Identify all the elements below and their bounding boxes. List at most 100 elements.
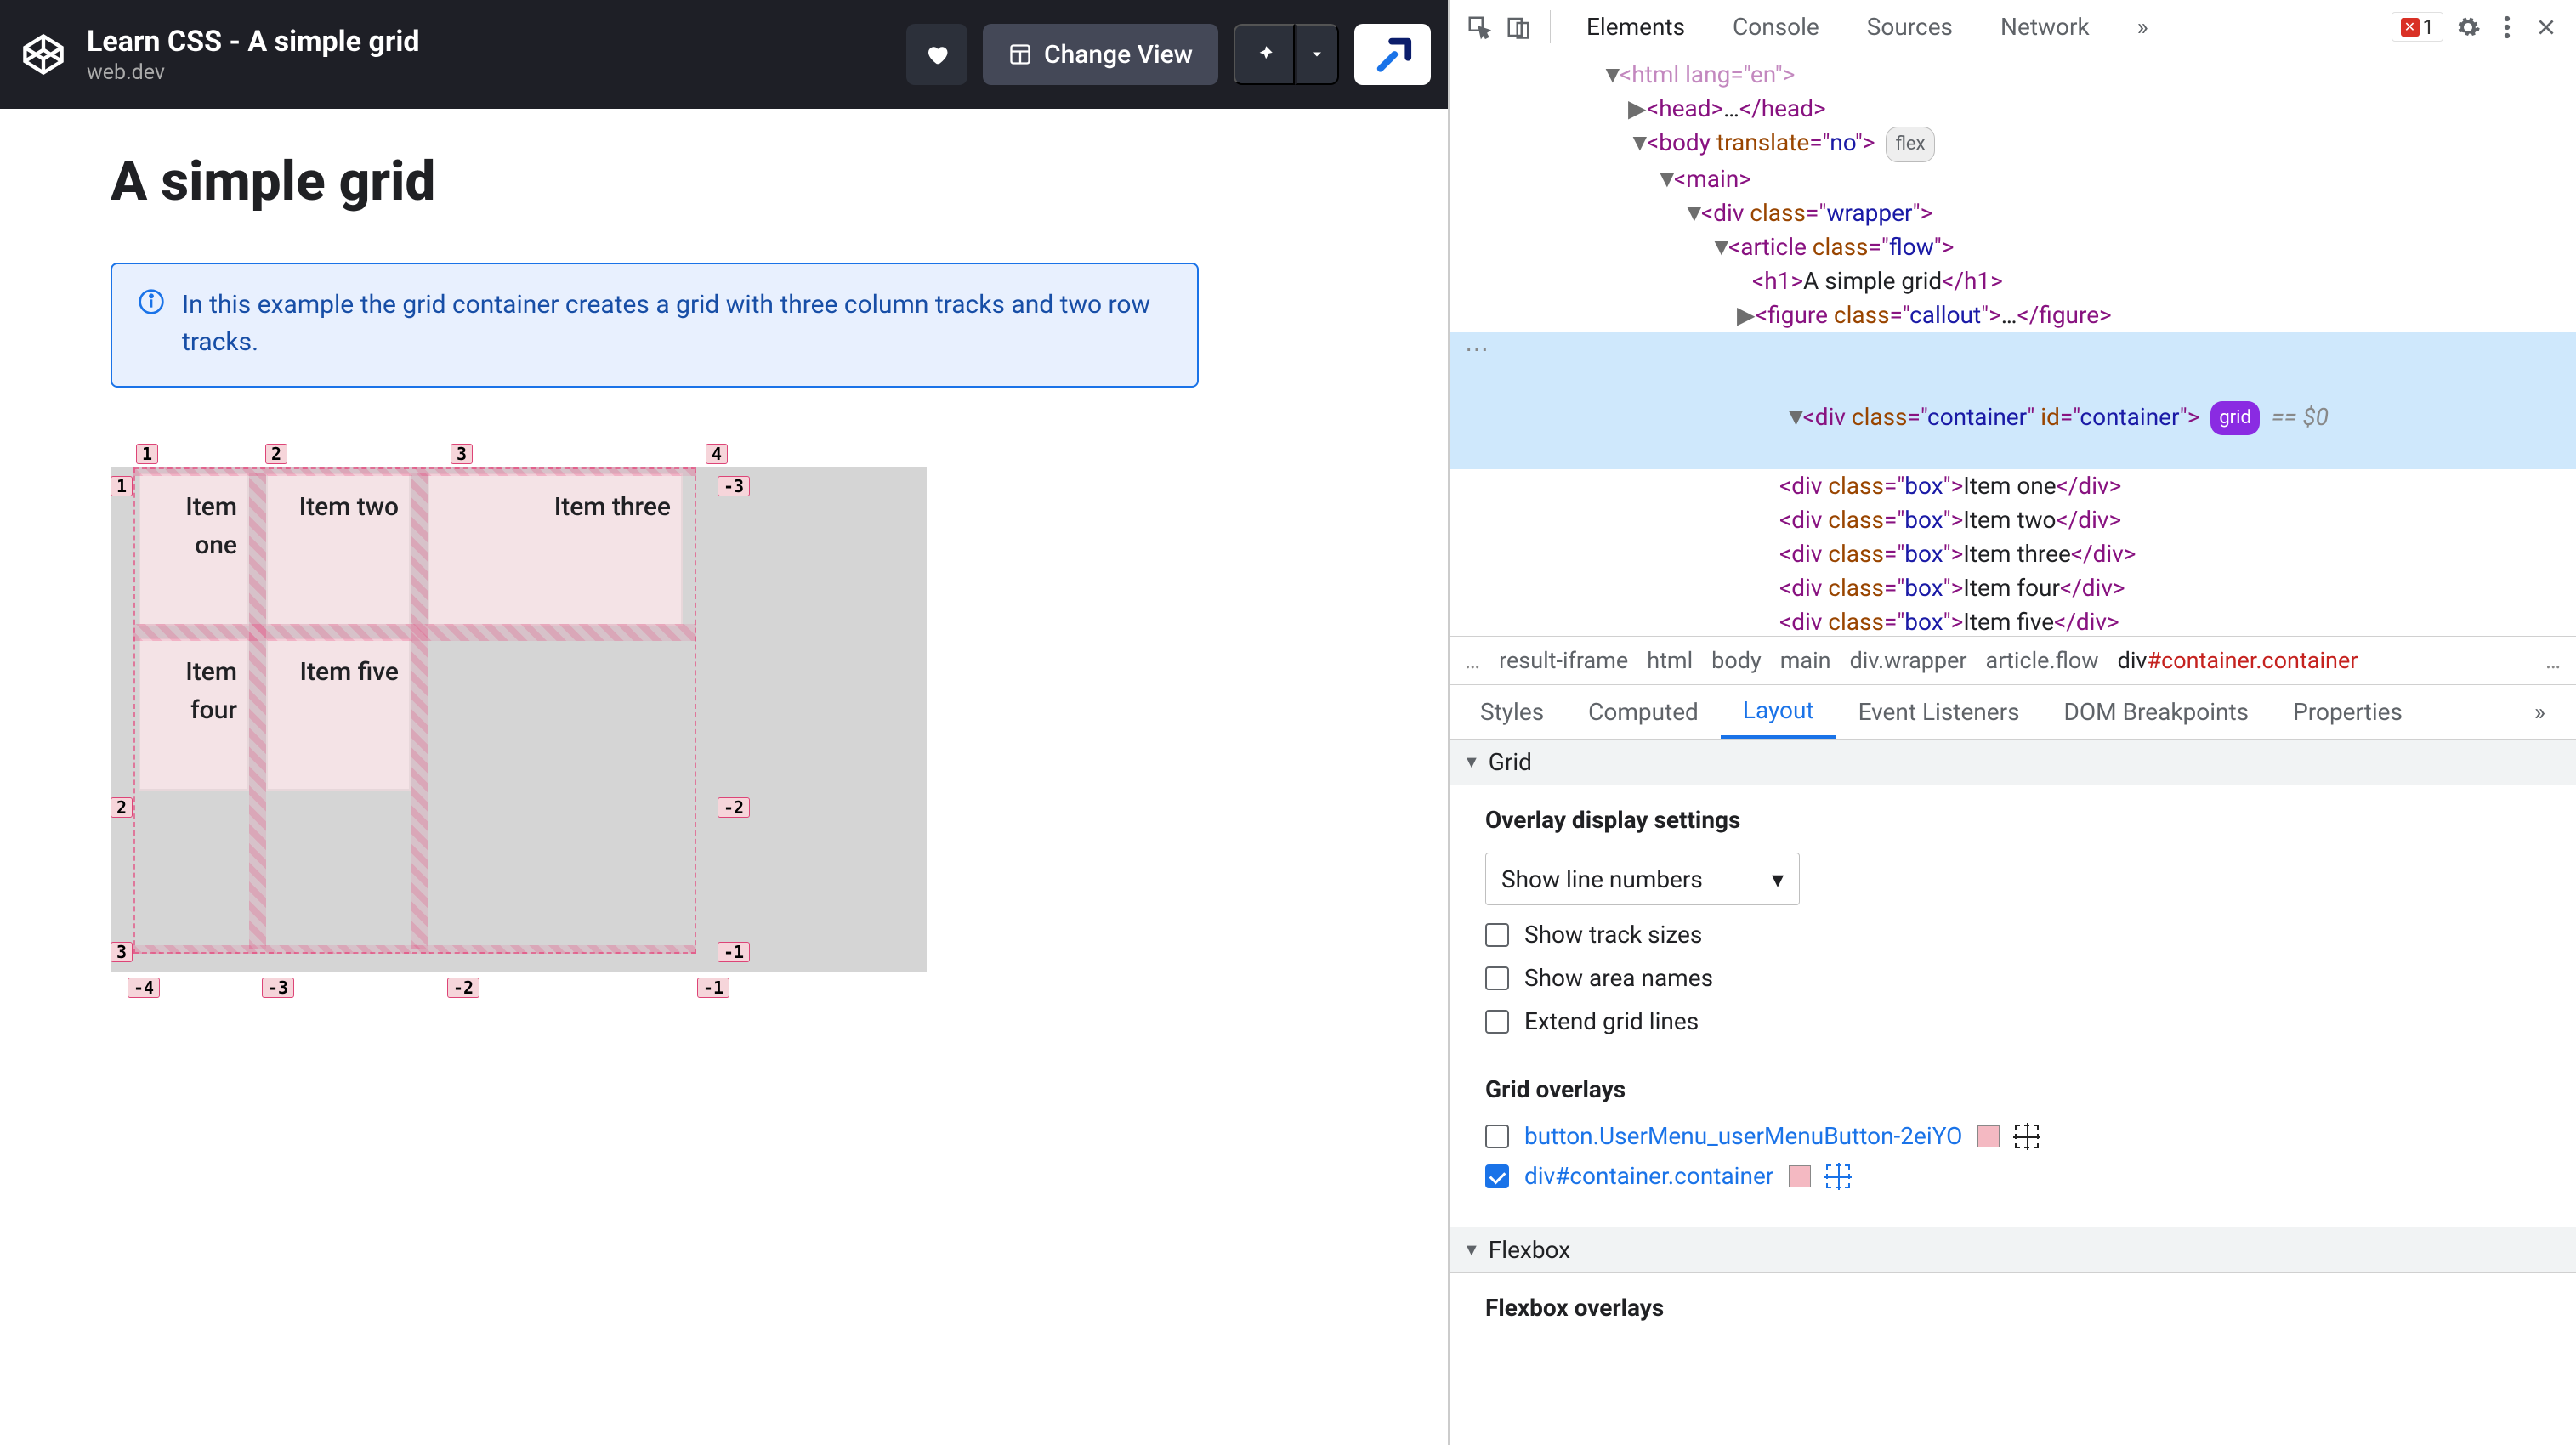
tab-sources[interactable]: Sources	[1843, 0, 1977, 54]
overlay-checkbox[interactable]	[1485, 1164, 1509, 1188]
dom-node[interactable]: <div class="box">Item two</div>	[1450, 503, 2576, 537]
devtools-pane: Elements Console Sources Network » ✕ 1 ▼…	[1448, 0, 2576, 1445]
overlay-color-swatch[interactable]	[1977, 1125, 2000, 1148]
flexbox-section-title: Flexbox	[1489, 1236, 1570, 1264]
pin-button[interactable]	[1234, 24, 1295, 85]
subtab-properties[interactable]: Properties	[2271, 685, 2425, 739]
dom-node[interactable]: ▼<html lang="en">	[1450, 58, 2576, 92]
flexbox-section-body: Flexbox overlays	[1450, 1273, 2576, 1366]
pen-author: web.dev	[87, 60, 889, 85]
devtools-menu-button[interactable]	[2488, 0, 2527, 54]
breadcrumb-item[interactable]: body	[1711, 647, 1762, 674]
pin-dropdown-button[interactable]	[1295, 24, 1339, 85]
breadcrumb-item[interactable]: article.flow	[1986, 647, 2099, 674]
breadcrumb-item[interactable]: div.wrapper	[1850, 647, 1967, 674]
grid-section-header[interactable]: ▼ Grid	[1450, 740, 2576, 785]
subtab-computed[interactable]: Computed	[1566, 685, 1721, 739]
breadcrumb-overflow-right[interactable]: …	[2545, 647, 2561, 674]
checkbox-label: Extend grid lines	[1524, 1007, 1699, 1035]
dom-node[interactable]: <h1>A simple grid</h1>	[1450, 264, 2576, 298]
overlay-checkbox[interactable]	[1485, 1125, 1509, 1148]
subtab-dom-breakpoints[interactable]: DOM Breakpoints	[2042, 685, 2272, 739]
change-view-label: Change View	[1044, 40, 1193, 70]
subtab-styles[interactable]: Styles	[1458, 685, 1566, 739]
dom-node[interactable]: <div class="box">Item one</div>	[1450, 469, 2576, 503]
dom-node[interactable]: ▼<div class="wrapper">	[1450, 196, 2576, 230]
line-numbers-select[interactable]: Show line numbers ▾	[1485, 853, 1800, 905]
device-icon	[1506, 14, 1531, 40]
overlay-grid-icon[interactable]	[2015, 1125, 2039, 1148]
codepen-logo-icon	[17, 28, 70, 81]
overlay-name[interactable]: button.UserMenu_userMenuButton-2eiYO	[1524, 1122, 1962, 1150]
run-button[interactable]	[1354, 24, 1431, 85]
subtab-event-listeners[interactable]: Event Listeners	[1836, 685, 2042, 739]
codepen-preview-pane: Learn CSS - A simple grid web.dev Change…	[0, 0, 1448, 1445]
device-toolbar-button[interactable]	[1499, 0, 1538, 54]
checkbox-label: Show area names	[1524, 964, 1713, 992]
devtools-sub-tabs: Styles Computed Layout Event Listeners D…	[1450, 685, 2576, 740]
layout-panel-scroll[interactable]: ▼ Grid Overlay display settings Show lin…	[1450, 740, 2576, 1445]
subtab-layout[interactable]: Layout	[1721, 685, 1836, 739]
pen-title: Learn CSS - A simple grid	[87, 25, 889, 59]
breadcrumb-overflow-left[interactable]: …	[1465, 647, 1480, 674]
tabs-overflow[interactable]: »	[2114, 0, 2172, 54]
flexbox-section-header[interactable]: ▼ Flexbox	[1450, 1227, 2576, 1273]
grid-overlays-heading: Grid overlays	[1485, 1075, 2540, 1103]
dom-node-selected[interactable]: ⋯ ▼<div class="container" id="container"…	[1450, 332, 2576, 470]
inspect-icon	[1467, 14, 1492, 40]
checkbox-label: Show track sizes	[1524, 921, 1702, 949]
checkbox-area-names[interactable]	[1485, 966, 1509, 990]
devtools-settings-button[interactable]	[2448, 0, 2488, 54]
line-number: -3	[262, 978, 294, 998]
rendered-page: A simple grid In this example the grid c…	[0, 109, 1448, 1445]
line-number: 4	[706, 444, 728, 464]
line-number: -1	[718, 942, 750, 962]
grid-item: Item one	[139, 473, 249, 626]
select-value: Show line numbers	[1501, 865, 1703, 893]
dom-tree[interactable]: ▼<html lang="en"> ▶<head>…</head> ▼<body…	[1450, 54, 2576, 636]
dom-node[interactable]: ▼<body translate="no"> flex	[1450, 126, 2576, 162]
tab-console[interactable]: Console	[1709, 0, 1843, 54]
grid-item: Item five	[266, 638, 411, 790]
breadcrumb-item[interactable]: main	[1780, 647, 1831, 674]
line-number: 1	[136, 444, 158, 464]
tab-network[interactable]: Network	[1977, 0, 2114, 54]
inspect-element-button[interactable]	[1460, 0, 1499, 54]
layout-icon	[1008, 42, 1032, 66]
dom-node[interactable]: ▼<main>	[1450, 162, 2576, 196]
pin-button-group	[1234, 24, 1339, 85]
expand-gutter-icon[interactable]: ⋯	[1460, 332, 1494, 366]
grid-item: Item four	[139, 638, 249, 790]
breadcrumb-item[interactable]: result-iframe	[1499, 647, 1628, 674]
page-title: A simple grid	[111, 150, 1337, 213]
dom-node[interactable]: <div class="box">Item five</div>	[1450, 605, 2576, 636]
overlay-grid-icon[interactable]	[1826, 1164, 1850, 1188]
grid-demo: 1 2 3 4 1 2 3 -3 -2 -1 -4 -3 -2 -1 Item …	[111, 444, 927, 790]
dom-node[interactable]: <div class="box">Item four</div>	[1450, 571, 2576, 605]
change-view-button[interactable]: Change View	[983, 24, 1218, 85]
checkbox-extend-lines[interactable]	[1485, 1010, 1509, 1034]
love-button[interactable]	[906, 24, 967, 85]
error-counter[interactable]: ✕ 1	[2392, 12, 2444, 42]
codepen-header: Learn CSS - A simple grid web.dev Change…	[0, 0, 1448, 109]
callout: In this example the grid container creat…	[111, 263, 1199, 388]
dom-breadcrumb[interactable]: … result-iframe html body main div.wrapp…	[1450, 636, 2576, 685]
overlay-name[interactable]: div#container.container	[1524, 1162, 1773, 1190]
breadcrumb-item[interactable]: html	[1647, 647, 1693, 674]
close-icon	[2535, 16, 2557, 38]
line-number: 1	[111, 476, 133, 496]
callout-text: In this example the grid container creat…	[182, 286, 1172, 360]
checkbox-track-sizes[interactable]	[1485, 923, 1509, 947]
pin-icon	[1253, 43, 1275, 65]
kebab-icon	[2504, 14, 2511, 40]
dom-node[interactable]: ▶<figure class="callout">…</figure>	[1450, 298, 2576, 332]
dom-node[interactable]: ▼<article class="flow">	[1450, 230, 2576, 264]
tab-elements[interactable]: Elements	[1563, 0, 1709, 54]
devtools-close-button[interactable]	[2527, 0, 2566, 54]
subtabs-overflow[interactable]: »	[2512, 685, 2567, 739]
overlay-color-swatch[interactable]	[1789, 1165, 1811, 1187]
breadcrumb-item-current[interactable]: div#container.container	[2118, 647, 2358, 674]
error-count: 1	[2423, 15, 2435, 39]
dom-node[interactable]: ▶<head>…</head>	[1450, 92, 2576, 126]
dom-node[interactable]: <div class="box">Item three</div>	[1450, 537, 2576, 571]
